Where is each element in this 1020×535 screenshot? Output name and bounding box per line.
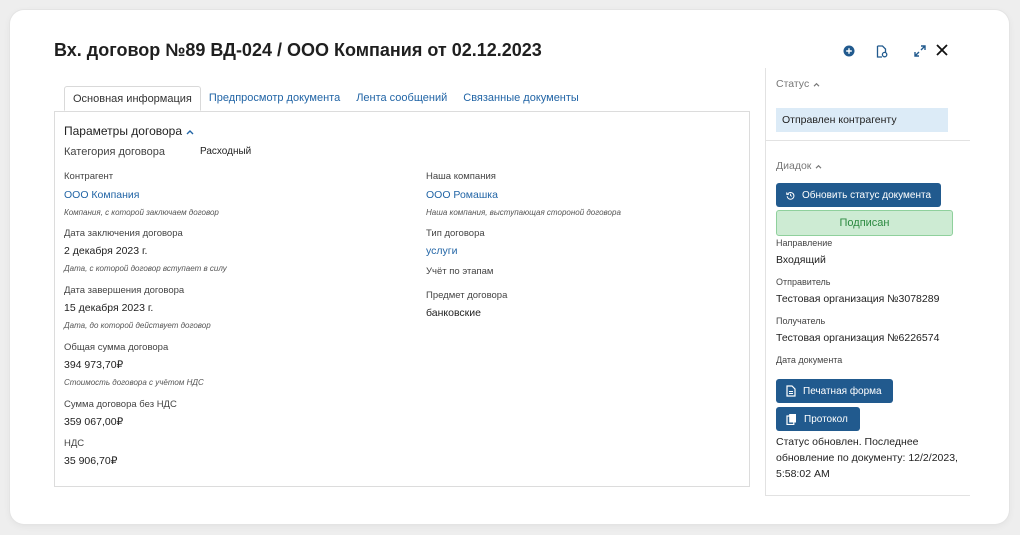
end-date-field: Дата завершения договора 15 декабря 2023… (64, 285, 211, 330)
field-value: 359 067,00₽ (64, 416, 124, 428)
field-value: Тестовая организация №3078289 (776, 293, 940, 305)
field-value: 15 декабря 2023 г. (64, 302, 154, 314)
section-title: Параметры договора (64, 124, 183, 138)
contract-params-header[interactable]: Параметры договора (64, 124, 194, 138)
field-label: Отправитель (776, 277, 831, 287)
field-label: Предмет договора (426, 290, 508, 301)
field-label: Дата документа (776, 355, 843, 365)
field-value: Входящий (776, 254, 826, 266)
vat-field: НДС 35 906,70₽ (64, 438, 117, 467)
diadoc-title: Диадок (776, 160, 812, 172)
recipient-field: Получатель Тестовая организация №6226574 (776, 316, 939, 344)
field-label: Получатель (776, 316, 826, 326)
field-value: 394 973,70₽ (64, 359, 124, 371)
refresh-status-button[interactable]: Обновить статус документа (776, 183, 941, 207)
field-value: 2 декабря 2023 г. (64, 245, 148, 257)
field-label: Направление (776, 238, 833, 248)
contract-type-link[interactable]: услуги (426, 245, 485, 257)
field-label: Наша компания (426, 171, 496, 182)
contract-subject-field: Предмет договора банковские (426, 290, 507, 319)
field-hint: Дата, до которой действует договор (64, 321, 211, 330)
field-label: Общая сумма договора (64, 342, 169, 353)
field-value: 35 906,70₽ (64, 455, 118, 467)
tab-main-info[interactable]: Основная информация (64, 86, 201, 111)
divider (766, 140, 970, 141)
contract-type-field: Тип договора услуги (426, 228, 485, 257)
category-value: Расходный (200, 146, 252, 157)
document-icon (786, 385, 796, 397)
total-amount-field: Общая сумма договора 394 973,70₽ Стоимос… (64, 342, 204, 387)
field-value: банковские (426, 307, 481, 319)
our-company-field: Наша компания ООО Ромашка Наша компания,… (426, 171, 621, 217)
tab-document-preview[interactable]: Предпросмотр документа (201, 86, 348, 111)
history-icon (786, 191, 795, 200)
contract-params-panel: Параметры договора Категория договора Ра… (54, 111, 750, 487)
field-label: Тип договора (426, 228, 485, 239)
field-label: НДС (64, 438, 85, 449)
chevron-up-icon[interactable] (186, 124, 194, 138)
tab-related-documents[interactable]: Связанные документы (455, 86, 587, 111)
document-window: Вх. договор №89 ВД-024 / ООО Компания от… (10, 10, 1009, 524)
add-circle-icon[interactable] (841, 43, 857, 59)
chevron-up-icon[interactable] (815, 160, 822, 172)
counterparty-field: Контрагент ООО Компания Компания, с кото… (64, 171, 219, 217)
status-title: Статус (776, 78, 810, 90)
page-title: Вх. договор №89 ВД-024 / ООО Компания от… (54, 40, 542, 60)
field-hint: Дата, с которой договор вступает в силу (64, 264, 227, 273)
amount-without-vat-field: Сумма договора без НДС 359 067,00₽ (64, 399, 177, 428)
field-label: Учёт по этапам (426, 266, 494, 277)
chevron-up-icon[interactable] (813, 78, 820, 90)
field-label: Дата завершения договора (64, 285, 185, 296)
signed-badge: Подписан (776, 210, 953, 236)
sender-field: Отправитель Тестовая организация №307828… (776, 277, 939, 305)
button-label: Печатная форма (803, 385, 882, 397)
field-value: Тестовая организация №6226574 (776, 332, 940, 344)
button-label: Обновить статус документа (802, 189, 931, 201)
document-date-field: Дата документа (776, 355, 842, 365)
tab-message-feed[interactable]: Лента сообщений (348, 86, 455, 111)
status-sidebar: Статус Отправлен контрагенту Диадок Обно… (765, 68, 970, 496)
button-label: Протокол (804, 413, 848, 425)
diadoc-section-header[interactable]: Диадок (776, 160, 822, 172)
field-label: Дата заключения договора (64, 228, 183, 239)
field-hint: Наша компания, выступающая стороной дого… (426, 208, 621, 217)
field-label: Контрагент (64, 171, 114, 182)
counterparty-link[interactable]: ООО Компания (64, 189, 219, 201)
tab-bar: Основная информация Предпросмотр докумен… (64, 86, 587, 111)
stage-accounting-field: Учёт по этапам (426, 266, 493, 277)
conclusion-date-field: Дата заключения договора 2 декабря 2023 … (64, 228, 227, 273)
our-company-link[interactable]: ООО Ромашка (426, 189, 621, 201)
field-hint: Компания, с которой заключаем договор (64, 208, 219, 217)
field-hint: Стоимость договора с учётом НДС (64, 378, 204, 387)
field-label: Сумма договора без НДС (64, 399, 177, 410)
protocol-button[interactable]: Протокол (776, 407, 860, 431)
status-update-note: Статус обновлен. Последнее обновление по… (776, 436, 958, 480)
expand-icon[interactable] (912, 43, 928, 59)
close-icon[interactable] (934, 42, 950, 58)
print-form-button[interactable]: Печатная форма (776, 379, 893, 403)
document-settings-icon[interactable] (874, 43, 890, 59)
status-section-header[interactable]: Статус (776, 78, 820, 90)
status-value: Отправлен контрагенту (776, 108, 948, 132)
direction-field: Направление Входящий (776, 238, 832, 266)
copy-icon (786, 414, 796, 425)
category-label: Категория договора (64, 146, 165, 158)
